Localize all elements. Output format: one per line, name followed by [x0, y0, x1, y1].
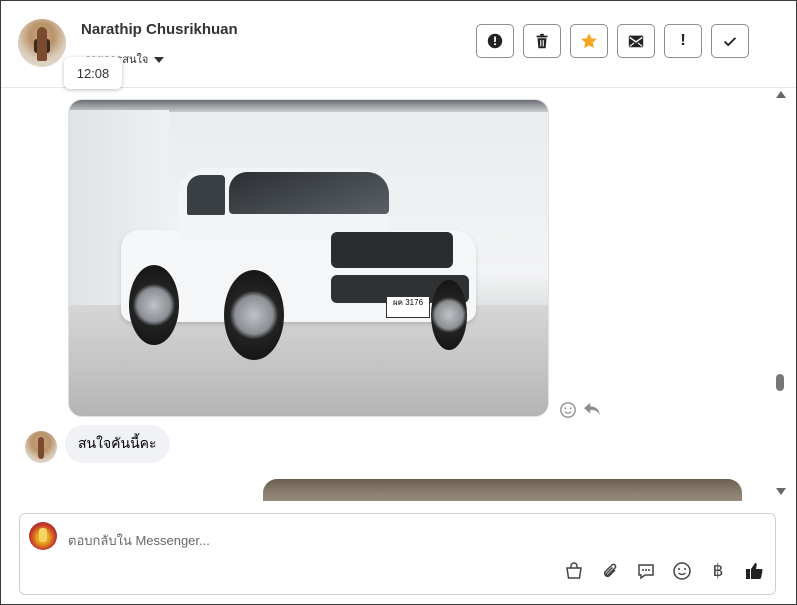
- car-photo-attachment[interactable]: ผค 3176: [68, 99, 549, 417]
- scroll-up-arrow-icon[interactable]: [776, 91, 786, 98]
- star-icon: [581, 33, 597, 49]
- reply-arrow-icon[interactable]: [583, 401, 601, 417]
- delete-button[interactable]: [523, 24, 561, 58]
- conversation-header: Narathip Chusrikhuan รายการสนใจ 12:08 !: [1, 1, 796, 89]
- like-button[interactable]: [743, 560, 765, 582]
- react-emoji-icon[interactable]: [559, 401, 577, 419]
- emoji-icon: [673, 562, 691, 580]
- thread-scrollbar[interactable]: [774, 89, 788, 501]
- reply-input[interactable]: ตอบกลับใน Messenger...: [68, 530, 210, 551]
- mark-unread-icon: [628, 35, 644, 48]
- composer-tools: ฿: [563, 560, 765, 582]
- thumbs-up-icon: [746, 563, 763, 580]
- chevron-down-icon: [154, 57, 165, 64]
- contact-avatar[interactable]: [18, 19, 66, 67]
- bag-icon: [566, 562, 582, 579]
- baht-icon: ฿: [712, 561, 724, 580]
- timestamp-tooltip: 12:08: [64, 57, 122, 89]
- report-button[interactable]: [476, 24, 514, 58]
- mark-unread-button[interactable]: [617, 24, 655, 58]
- license-plate: ผค 3176: [386, 296, 430, 318]
- conversation-panel: Narathip Chusrikhuan รายการสนใจ 12:08 !: [0, 0, 797, 605]
- shop-button[interactable]: [563, 560, 585, 582]
- chat-bubble-icon: [638, 564, 654, 580]
- payment-button[interactable]: ฿: [707, 560, 729, 582]
- paperclip-icon: [603, 563, 617, 578]
- follow-up-button[interactable]: !: [664, 24, 702, 58]
- second-photo-attachment[interactable]: [263, 479, 742, 501]
- emoji-button[interactable]: [671, 560, 693, 582]
- reply-composer[interactable]: ตอบกลับใน Messenger... ฿: [19, 513, 776, 595]
- scroll-down-arrow-icon[interactable]: [776, 488, 786, 495]
- sender-avatar[interactable]: [25, 431, 57, 463]
- page-avatar: [29, 522, 57, 550]
- alert-circle-icon: [487, 33, 503, 49]
- exclamation-icon: !: [680, 32, 686, 49]
- check-icon: [723, 37, 737, 47]
- message-thread[interactable]: ผค 3176 สนใจคันนี้คะ: [1, 88, 771, 501]
- incoming-message-bubble[interactable]: สนใจคันนี้คะ: [65, 425, 170, 463]
- scroll-thumb[interactable]: [776, 374, 784, 391]
- header-actions: !: [476, 24, 749, 58]
- star-button[interactable]: [570, 24, 608, 58]
- trash-icon: [536, 33, 548, 49]
- mark-done-button[interactable]: [711, 24, 749, 58]
- attach-button[interactable]: [599, 560, 621, 582]
- contact-name[interactable]: Narathip Chusrikhuan: [81, 21, 238, 38]
- saved-replies-button[interactable]: [635, 560, 657, 582]
